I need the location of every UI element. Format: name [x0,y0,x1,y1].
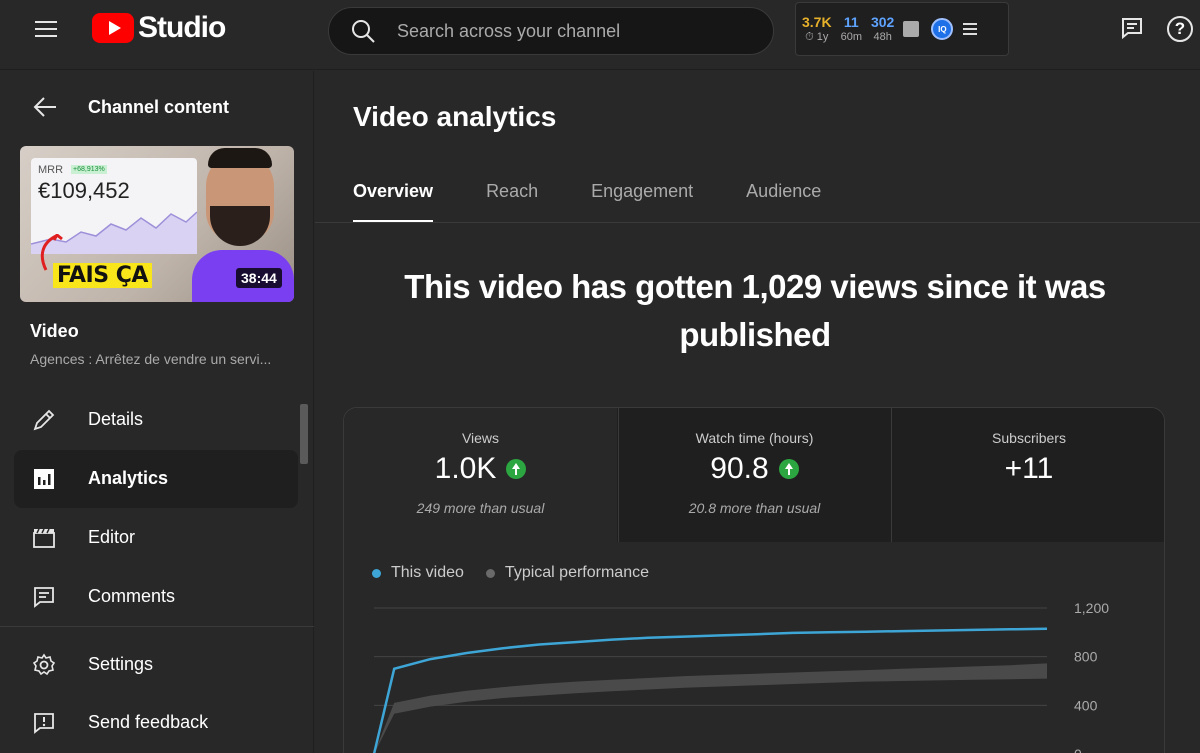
sidebar-item-settings[interactable]: Settings [14,636,298,694]
metric-label: Views [461,430,500,446]
y-tick-label: 0 [1074,746,1082,753]
studio-logo[interactable]: Studio [92,11,226,44]
stat-value: 3.7K [802,14,832,30]
metric-subscribers[interactable]: Subscribers +11 [891,408,1164,542]
sidebar-divider [0,626,314,627]
arrow-up-icon [778,459,799,479]
sidebar: Channel content MRR +68,913% €109,452 FA… [0,71,314,753]
tab-reach[interactable]: Reach [486,181,538,223]
video-duration: 38:44 [236,268,282,288]
views-headline: This video has gotten 1,029 views since … [404,268,1106,353]
tab-audience[interactable]: Audience [746,181,821,223]
metric-label: Subscribers [992,430,1066,446]
metric-value: 90.8 [710,452,769,485]
sidebar-item-label: Details [88,409,144,429]
stat-48h: 302 48h [871,14,894,44]
clapperboard-icon [33,528,55,548]
analytics-icon [34,469,54,489]
sidebar-item-editor[interactable]: Editor [14,509,298,567]
sidebar-item-label: Settings [88,654,154,674]
y-tick-label: 400 [1074,697,1098,713]
stat-recent: 11 60m [841,14,862,44]
comment-icon [34,587,54,608]
search-icon[interactable] [343,9,387,53]
stat-value: 11 [843,14,859,30]
video-thumbnail[interactable]: MRR +68,913% €109,452 FAIS ÇA 38:44 [20,146,294,302]
metric-views[interactable]: Views 1.0K 249 more than usual [344,408,617,542]
thumbnail-mrr-label: MRR [38,164,64,176]
thumbnail-person-beard [210,206,270,246]
youtube-play-icon [92,13,134,43]
feedback-exclamation-icon [34,713,54,734]
sidebar-item-label: Analytics [88,468,169,488]
y-tick-label: 800 [1074,649,1098,665]
iq-icon[interactable]: IQ [931,18,954,40]
page-title: Video analytics [353,101,557,132]
sidebar-item-send-feedback[interactable]: Send feedback [14,694,298,752]
metric-value: +11 [1004,452,1054,485]
stat-label: 48h [873,31,892,43]
top-bar: Studio 3.7K ⏱ 1y 11 60m 302 48h IQ ? [0,0,1200,70]
thumbnail-caption: FAIS ÇA [53,263,152,288]
extension-menu-icon[interactable] [963,20,978,38]
tabs-divider [315,222,1200,223]
thumbnail-person-hair [208,148,272,168]
sidebar-scrollbar[interactable] [300,404,308,464]
pencil-icon [33,409,55,431]
sidebar-item-label: Editor [88,527,136,547]
search-input[interactable] [397,20,737,42]
help-icon[interactable]: ? [1167,16,1193,42]
metric-watch-time[interactable]: Watch time (hours) 90.8 20.8 more than u… [618,408,890,542]
tab-overview[interactable]: Overview [353,181,434,223]
metric-comparison: 20.8 more than usual [688,500,821,516]
tab-engagement[interactable]: Engagement [591,181,693,223]
logo-text: Studio [138,11,226,44]
metric-comparison: 249 more than usual [416,500,545,516]
typical-performance-band [374,663,1047,753]
back-to-channel-content[interactable]: Channel content [0,89,314,125]
arrow-up-icon [506,459,527,479]
video-title[interactable]: Agences : Arrêtez de vendre un servi... [30,351,290,367]
views-chart-area: This video Typical performance 1,200 800 4… [344,542,1165,753]
views-line-chart[interactable]: 1,200 800 400 0 [344,542,1165,753]
metric-value-row: +11 [892,452,1164,486]
sidebar-item-comments[interactable]: Comments [14,568,298,626]
stat-views: 3.7K ⏱ 1y [802,14,832,44]
feedback-icon[interactable] [1120,16,1144,40]
channel-stats-extension[interactable]: 3.7K ⏱ 1y 11 60m 302 48h IQ [795,2,1009,56]
sidebar-item-label: Comments [88,586,176,606]
stat-label: ⏱ 1y [805,31,829,43]
stat-value: 302 [870,14,895,30]
metric-value: 1.0K [434,452,497,485]
metrics-card: Views 1.0K 249 more than usual Watch tim… [343,407,1165,753]
main-content: Video analytics Overview Reach Engagemen… [315,71,1200,753]
thumbnail-mrr-badge: +68,913% [71,165,107,174]
y-tick-label: 1,200 [1074,600,1109,616]
back-arrow-icon[interactable] [32,95,58,124]
bar-chart-icon[interactable] [903,21,920,37]
sidebar-item-label: Send feedback [88,712,209,732]
sidebar-item-analytics[interactable]: Analytics [14,450,298,508]
gear-icon [32,653,56,676]
metric-label: Watch time (hours) [695,430,814,446]
sidebar-item-details[interactable]: Details [14,391,298,449]
thumbnail-amount: €109,452 [38,178,130,203]
search-bar[interactable] [328,7,774,55]
analytics-tabs: Overview Reach Engagement Audience [353,181,874,223]
stat-label: 60m [840,31,862,43]
back-label: Channel content [88,97,230,117]
hamburger-menu-icon[interactable] [26,16,66,40]
metric-value-row: 90.8 [619,452,890,486]
metric-value-row: 1.0K [344,452,617,486]
video-section-label: Video [30,321,79,341]
